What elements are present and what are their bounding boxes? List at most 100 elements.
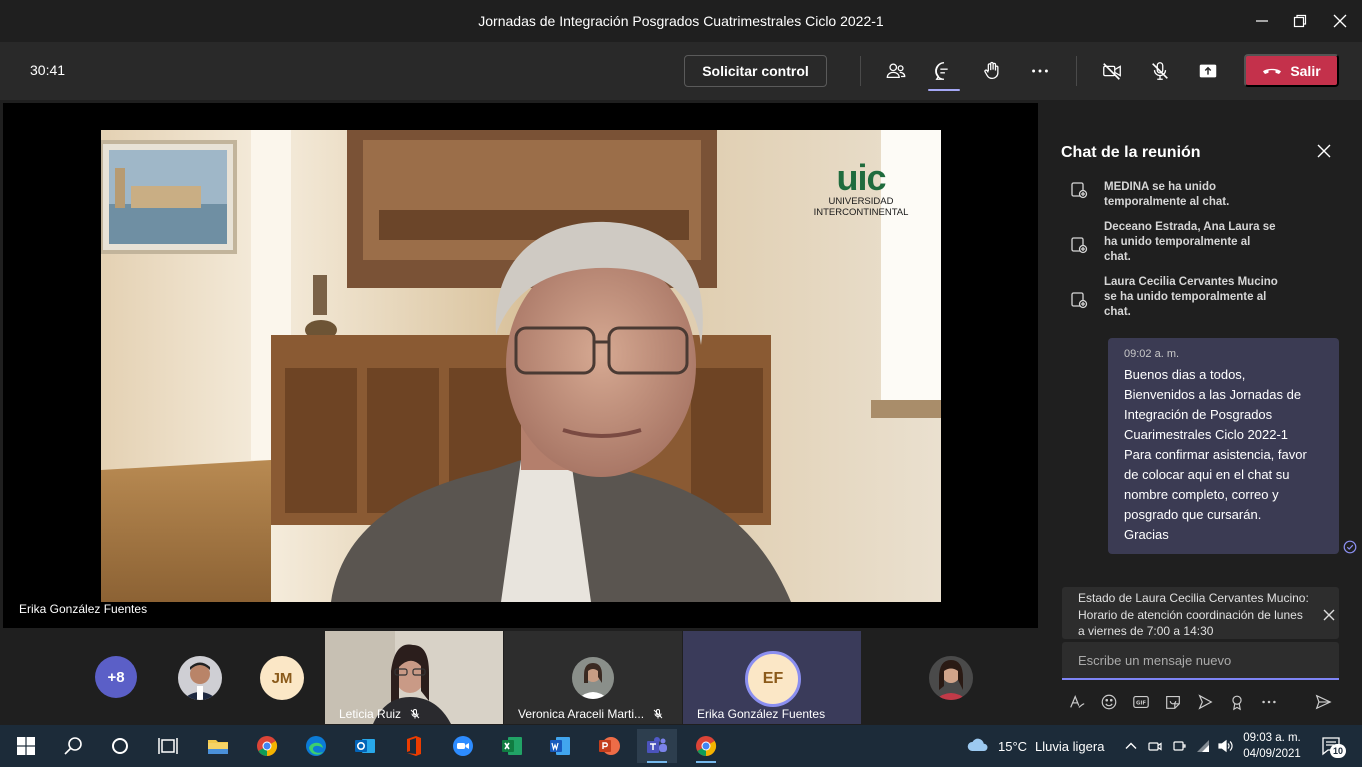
more-icon[interactable] xyxy=(1023,55,1057,87)
participant-name: Leticia Ruiz xyxy=(339,707,402,721)
chevron-up-icon[interactable] xyxy=(1120,735,1142,757)
avatar[interactable]: JM xyxy=(260,656,304,700)
chat-join-icon xyxy=(1071,237,1088,254)
participant-name: Erika González Fuentes xyxy=(697,707,826,721)
status-banner: Estado de Laura Cecilia Cervantes Mucino… xyxy=(1062,587,1339,639)
status-line: Horario de atención coordinación de lune… xyxy=(1078,607,1303,622)
camera-off-icon[interactable] xyxy=(1095,55,1129,87)
overflow-participants-button[interactable]: +8 xyxy=(95,656,137,698)
teams-icon[interactable] xyxy=(637,729,677,763)
file-explorer-icon[interactable] xyxy=(198,729,238,763)
sticker-icon[interactable] xyxy=(1162,691,1184,713)
close-icon[interactable] xyxy=(1320,0,1360,42)
meeting-chat-panel: Chat de la reunión MEDINA se ha unido te… xyxy=(1040,103,1362,725)
weather-widget[interactable]: 15°C Lluvia ligera xyxy=(966,737,1104,755)
participant-tile[interactable]: Leticia Ruiz xyxy=(325,631,503,724)
teams-window: Jornadas de Integración Posgrados Cuatri… xyxy=(0,0,1362,767)
rain-cloud-icon xyxy=(967,738,988,751)
title-bar: Jornadas de Integración Posgrados Cuatri… xyxy=(0,0,1362,42)
speaker-name-label: Erika González Fuentes xyxy=(19,602,148,616)
message-input[interactable]: Escribe un mensaje nuevo xyxy=(1062,642,1339,680)
request-control-button[interactable]: Solicitar control xyxy=(684,55,827,87)
chrome-profile-icon[interactable] xyxy=(686,729,726,763)
battery-icon[interactable] xyxy=(1168,735,1190,757)
raise-hand-icon[interactable] xyxy=(975,55,1009,87)
participant-tile-label: Veronica Araceli Marti... xyxy=(518,707,664,721)
gif-icon[interactable]: GIF xyxy=(1130,691,1152,713)
leave-button[interactable]: Salir xyxy=(1244,54,1339,87)
system-message-line: Deceano Estrada, Ana Laura se xyxy=(1104,221,1276,233)
weather-description: Lluvia ligera xyxy=(1035,738,1105,754)
emoji-icon[interactable] xyxy=(1098,691,1120,713)
clock-time: 09:03 a. m. xyxy=(1243,732,1301,744)
participant-name: Veronica Araceli Marti... xyxy=(518,707,645,721)
uic-logo-line2: INTERCONTINENTAL xyxy=(813,207,909,218)
format-icon[interactable] xyxy=(1066,691,1088,713)
message-line: nombre completo, correo y xyxy=(1124,487,1279,502)
main-video[interactable]: uic UNIVERSIDAD INTERCONTINENTAL xyxy=(101,130,941,602)
mic-off-icon xyxy=(653,709,663,719)
search-icon[interactable] xyxy=(53,729,93,763)
participant-tile[interactable]: EF Erika González Fuentes xyxy=(683,631,861,724)
participant-strip: +8 JM Leticia Ruiz Veronica Araceli Mart… xyxy=(0,630,1040,725)
dismiss-status-icon[interactable] xyxy=(1322,608,1336,622)
system-message-line: ha unido temporalmente al xyxy=(1104,236,1251,248)
excel-icon[interactable] xyxy=(492,729,532,763)
chrome-icon[interactable] xyxy=(247,729,287,763)
share-icon[interactable] xyxy=(1191,55,1225,87)
chat-message-bubble[interactable]: 09:02 a. m. Buenos dias a todos, Bienven… xyxy=(1108,338,1339,554)
volume-icon[interactable] xyxy=(1214,735,1236,757)
system-message-line: MEDINA se ha unido xyxy=(1104,181,1217,193)
more-options-icon[interactable] xyxy=(1258,691,1280,713)
system-message: Laura Cecilia Cervantes Mucino se ha uni… xyxy=(1104,275,1294,320)
system-message-line: temporalmente al chat. xyxy=(1104,196,1230,208)
taskbar-clock[interactable]: 09:03 a. m. 04/09/2021 xyxy=(1240,730,1304,762)
avatar[interactable] xyxy=(178,656,222,700)
zoom-icon[interactable] xyxy=(443,729,483,763)
minimize-icon[interactable] xyxy=(1242,0,1282,42)
system-message: Deceano Estrada, Ana Laura se ha unido t… xyxy=(1104,220,1284,265)
message-line: Cuarimestrales Ciclo 2022-1 xyxy=(1124,427,1289,442)
wifi-icon[interactable] xyxy=(1192,735,1214,757)
message-line: Buenos dias a todos, xyxy=(1124,367,1246,382)
cortana-icon[interactable] xyxy=(100,729,140,763)
meeting-timer: 30:41 xyxy=(30,62,66,78)
window-title: Jornadas de Integración Posgrados Cuatri… xyxy=(478,13,884,29)
task-view-icon[interactable] xyxy=(148,729,188,763)
notification-center[interactable]: 10 xyxy=(1320,735,1346,758)
close-chat-icon[interactable] xyxy=(1312,139,1336,163)
message-line: Integración de Posgrados xyxy=(1124,407,1273,422)
edge-icon[interactable] xyxy=(296,729,336,763)
participant-photo-icon xyxy=(929,656,973,700)
avatar[interactable] xyxy=(929,656,973,700)
meet-now-icon[interactable] xyxy=(1194,691,1216,713)
meet-now-tray-icon[interactable] xyxy=(1144,735,1166,757)
word-icon[interactable] xyxy=(540,729,580,763)
participant-tile-label: Leticia Ruiz xyxy=(339,707,421,721)
praise-icon[interactable] xyxy=(1226,691,1248,713)
maximize-icon[interactable] xyxy=(1280,0,1320,42)
outlook-icon[interactable] xyxy=(345,729,385,763)
message-line: Gracias xyxy=(1124,527,1169,542)
chat-title: Chat de la reunión xyxy=(1061,144,1201,161)
chat-icon[interactable] xyxy=(927,55,961,87)
system-message: MEDINA se ha unido temporalmente al chat… xyxy=(1104,180,1284,210)
send-icon[interactable] xyxy=(1312,691,1334,713)
office-icon[interactable] xyxy=(394,729,434,763)
people-icon[interactable] xyxy=(879,55,913,87)
system-message-line: se ha unido temporalmente al xyxy=(1104,291,1267,303)
system-message-line: Laura Cecilia Cervantes Mucino xyxy=(1104,276,1278,288)
windows-taskbar: 15°C Lluvia ligera 09:03 a. m. 04/09/202… xyxy=(0,725,1362,767)
avatar: EF xyxy=(745,651,801,707)
message-line: Bienvenidos a las Jornadas de xyxy=(1124,387,1302,402)
windows-start-icon[interactable] xyxy=(6,729,46,763)
participant-tile[interactable]: Veronica Araceli Marti... xyxy=(504,631,682,724)
svg-text:GIF: GIF xyxy=(1136,701,1146,707)
mic-off-icon[interactable] xyxy=(1143,55,1177,87)
leave-label: Salir xyxy=(1290,62,1321,79)
participant-tile-label: Erika González Fuentes xyxy=(697,707,825,721)
uic-logo-mark: uic xyxy=(836,157,886,198)
powerpoint-icon[interactable] xyxy=(589,729,629,763)
clock-date: 04/09/2021 xyxy=(1243,748,1301,760)
chat-join-icon xyxy=(1071,182,1088,199)
